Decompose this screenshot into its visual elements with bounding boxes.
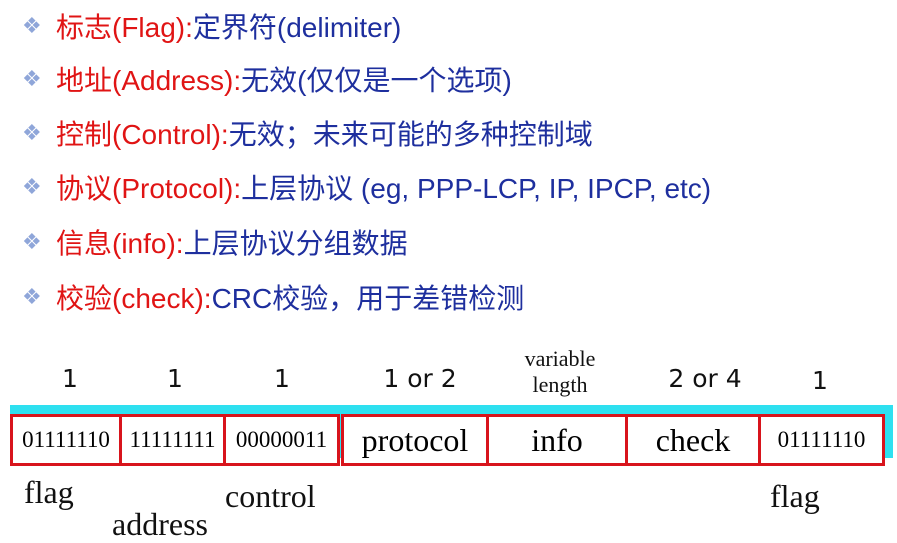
bullet-term: 标志(Flag): xyxy=(56,12,193,43)
diamond-bullet-icon: ❖ xyxy=(22,66,42,91)
size-flag: 1 xyxy=(62,364,78,393)
bullet-desc: CRC校验，用于差错检测 xyxy=(211,283,525,314)
bullet-desc: 上层协议分组数据 xyxy=(183,228,408,259)
label-flag-end: flag xyxy=(770,478,820,514)
bullet-check: ❖ 校验(check): CRC校验，用于差错检测 xyxy=(22,277,524,317)
bullet-info: ❖ 信息(info): 上层协议分组数据 xyxy=(22,222,408,262)
size-control: 1 xyxy=(274,364,290,393)
field-control: 00000011 xyxy=(223,414,340,466)
diamond-bullet-icon: ❖ xyxy=(22,284,42,309)
bullet-term: 协议(Protocol): xyxy=(56,173,242,204)
bullet-term: 校验(check): xyxy=(56,283,212,314)
size-flag-end: 1 xyxy=(812,366,828,395)
label-flag-start: flag xyxy=(24,474,74,510)
field-size-row: 1 1 1 1 or 2 variable length 2 or 4 1 xyxy=(0,340,897,400)
field-flag-start: 01111110 xyxy=(10,414,122,466)
size-protocol: 1 or 2 xyxy=(383,364,457,393)
bullet-term: 地址(Address): xyxy=(56,65,242,96)
bullet-address: ❖ 地址(Address): 无效(仅仅是一个选项) xyxy=(22,59,512,99)
bullet-desc: 定界符(delimiter) xyxy=(192,12,402,43)
bullet-protocol: ❖ 协议(Protocol): 上层协议 (eg, PPP-LCP, IP, I… xyxy=(22,167,711,207)
bullet-control: ❖ 控制(Control): 无效；未来可能的多种控制域 xyxy=(22,113,593,153)
bullet-term: 信息(info): xyxy=(56,228,184,259)
size-check: 2 or 4 xyxy=(668,364,742,393)
field-address: 11111111 xyxy=(119,414,226,466)
label-control: control xyxy=(225,478,316,514)
diamond-bullet-icon: ❖ xyxy=(22,13,42,38)
size-info: variable length xyxy=(524,346,596,397)
field-info: info xyxy=(486,414,628,466)
field-flag-end: 01111110 xyxy=(758,414,885,466)
bullet-flag: ❖ 标志(Flag): 定界符(delimiter) xyxy=(22,6,401,46)
bullet-desc: 无效；未来可能的多种控制域 xyxy=(228,119,593,150)
diamond-bullet-icon: ❖ xyxy=(22,229,42,254)
bullet-term: 控制(Control): xyxy=(56,119,229,150)
field-check: check xyxy=(625,414,761,466)
field-protocol: protocol xyxy=(341,414,489,466)
bullet-desc: 上层协议 (eg, PPP-LCP, IP, IPCP, etc) xyxy=(241,173,712,204)
diamond-bullet-icon: ❖ xyxy=(22,120,42,145)
bullet-desc: 无效(仅仅是一个选项) xyxy=(241,65,512,96)
label-address: address xyxy=(112,506,208,542)
diamond-bullet-icon: ❖ xyxy=(22,174,42,199)
size-address: 1 xyxy=(167,364,183,393)
